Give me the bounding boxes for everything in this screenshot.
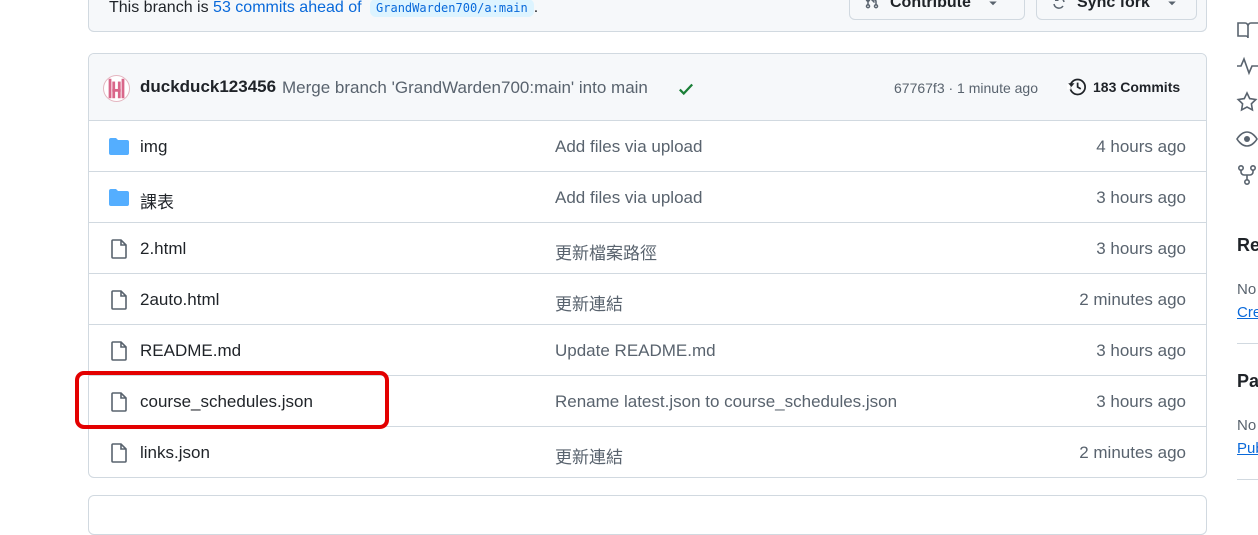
ahead-suffix: . [533, 0, 539, 16]
file-commit-message-link[interactable]: Add files via upload [555, 137, 702, 157]
file-commit-message-link[interactable]: 更新檔案路徑 [555, 239, 657, 264]
branch-status-bar: This branch is 53 commits ahead of Grand… [88, 0, 1207, 32]
star-icon[interactable] [1236, 91, 1258, 113]
file-name-link[interactable]: links.json [140, 443, 210, 463]
caret-down-icon [989, 1, 997, 6]
branch-ahead-text: This branch is 53 commits ahead of Grand… [109, 0, 538, 17]
folder-icon [108, 137, 130, 157]
file-icon [108, 341, 130, 361]
file-commit-time: 3 hours ago [1096, 341, 1186, 360]
file-commit-time: 4 hours ago [1096, 137, 1186, 156]
highlight-annotation [75, 371, 389, 429]
file-commit-time: 3 hours ago [1096, 188, 1186, 207]
file-name-link[interactable]: 課表 [140, 188, 174, 213]
file-commit-message-link[interactable]: Rename latest.json to course_schedules.j… [555, 392, 897, 412]
readme-box [88, 495, 1207, 535]
sync-icon [1053, 0, 1065, 9]
file-row[interactable]: links.json 更新連結 2 minutes ago [89, 427, 1206, 477]
sidebar-heading-releases: Re [1237, 235, 1258, 255]
pull-request-icon [865, 0, 879, 9]
caret-down-icon [1168, 1, 1176, 6]
file-commit-time: 2 minutes ago [1079, 290, 1186, 309]
file-name-link[interactable]: 2auto.html [140, 290, 219, 310]
identicon-icon [108, 78, 125, 99]
sidebar-divider [1237, 479, 1258, 480]
sidebar-link-publish-package[interactable]: Pub [1237, 440, 1258, 457]
file-commit-message-link[interactable]: Update README.md [555, 341, 716, 361]
sync-fork-button[interactable]: Sync fork [1036, 0, 1197, 20]
commits-history-link[interactable]: 183 Commits [1067, 77, 1180, 97]
sidebar-text-packages: No [1237, 417, 1257, 434]
sidebar-divider [1237, 343, 1258, 344]
file-icon [108, 443, 130, 463]
latest-commit-header: duckduck123456 Merge branch 'GrandWarden… [89, 54, 1206, 121]
file-commit-time: 2 minutes ago [1079, 443, 1186, 462]
commit-message[interactable]: Merge branch 'GrandWarden700:main' into … [282, 78, 648, 98]
file-row[interactable]: 2auto.html 更新連結 2 minutes ago [89, 274, 1206, 325]
commit-sha-time[interactable]: 67767f3 · 1 minute ago [894, 80, 1038, 96]
file-commit-message-link[interactable]: Add files via upload [555, 188, 702, 208]
book-icon[interactable] [1236, 19, 1258, 41]
file-icon [108, 239, 130, 259]
fork-icon[interactable] [1236, 164, 1258, 186]
sidebar-link-create-release[interactable]: Cre [1237, 304, 1258, 321]
activity-icon[interactable] [1236, 55, 1258, 77]
history-icon [1067, 78, 1086, 96]
commits-count-label: 183 Commits [1093, 79, 1181, 95]
sync-fork-label: Sync fork [1077, 0, 1150, 11]
file-name-link[interactable]: 2.html [140, 239, 186, 259]
file-row[interactable]: 2.html 更新檔案路徑 3 hours ago [89, 223, 1206, 274]
file-row[interactable]: README.md Update README.md 3 hours ago [89, 325, 1206, 376]
contribute-button[interactable]: Contribute [849, 0, 1025, 20]
file-row[interactable]: 課表 Add files via upload 3 hours ago [89, 172, 1206, 223]
file-icon [108, 290, 130, 310]
file-name-link[interactable]: img [140, 137, 167, 157]
file-commit-time: 3 hours ago [1096, 239, 1186, 258]
file-name-link[interactable]: README.md [140, 341, 241, 361]
upstream-branch-label[interactable]: GrandWarden700/a:main [370, 0, 534, 17]
file-commit-time: 3 hours ago [1096, 392, 1186, 411]
sidebar-heading-packages: Pa [1237, 371, 1258, 391]
check-icon[interactable] [677, 80, 695, 98]
ahead-prefix: This branch is [109, 0, 209, 16]
folder-icon [108, 188, 130, 208]
commit-author[interactable]: duckduck123456 [140, 77, 276, 97]
file-row[interactable]: img Add files via upload 4 hours ago [89, 121, 1206, 172]
eye-icon[interactable] [1236, 128, 1258, 150]
file-commit-message-link[interactable]: 更新連結 [555, 443, 623, 468]
ahead-commits-link[interactable]: 53 commits ahead of [213, 0, 362, 16]
contribute-label: Contribute [890, 0, 971, 11]
author-avatar[interactable] [103, 75, 130, 102]
file-commit-message-link[interactable]: 更新連結 [555, 290, 623, 315]
sidebar-text-releases: No [1237, 281, 1257, 298]
